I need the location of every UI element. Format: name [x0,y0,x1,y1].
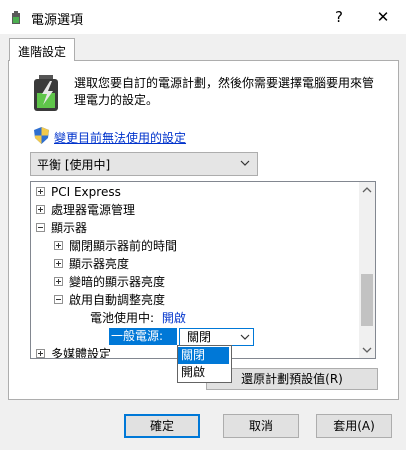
expand-icon[interactable] [54,259,63,268]
tree-item-label: 顯示器亮度 [69,257,130,271]
collapse-icon[interactable] [54,295,63,304]
cancel-button[interactable]: 取消 [223,414,299,438]
chevron-down-icon [240,334,250,340]
help-button[interactable]: ? [327,5,351,29]
settings-tree[interactable]: PCI Express 處理器電源管理 顯示器 關閉顯示器前的時間 顯示器亮度 … [30,181,376,359]
tree-item-on-battery[interactable]: 電池使用中: 開啟 [90,309,186,327]
tree-scrollbar[interactable] [359,182,375,358]
tree-item-label: 變暗的顯示器亮度 [69,275,166,289]
power-options-icon [12,11,20,24]
tree-item-label: 多媒體設定 [51,347,112,359]
uac-shield-icon [34,127,49,144]
close-button[interactable]: ✕ [371,5,395,29]
plugged-in-label: 一般電源: [109,328,177,345]
tab-label: 進階設定 [17,45,66,59]
plugged-in-select[interactable]: 關閉 [179,328,254,346]
change-unavailable-settings-link[interactable]: 變更目前無法使用的設定 [54,129,186,146]
tree-item-label: 關閉顯示器前的時間 [69,239,178,253]
description-text: 選取您要自訂的電源計劃，然後你需要選擇電腦要用來管理電力的設定。 [74,76,375,107]
on-battery-label: 電池使用中: [90,311,155,325]
scroll-down-icon[interactable] [359,342,375,358]
tab-advanced-settings[interactable]: 進階設定 [9,38,75,61]
plugged-in-dropdown-list: 關閉 開啟 [177,345,232,383]
dropdown-option-on[interactable]: 開啟 [178,364,229,381]
apply-button[interactable]: 套用(A) [316,414,392,438]
window-title: 電源選項 [31,13,84,28]
scrollbar-thumb[interactable] [361,274,373,326]
expand-icon[interactable] [36,187,45,196]
power-plan-select-value: 平衡 [使用中] [37,158,111,172]
collapse-icon[interactable] [36,223,45,232]
on-battery-value[interactable]: 開啟 [162,311,186,325]
power-plan-select[interactable]: 平衡 [使用中] [30,152,258,176]
plugged-in-select-value: 關閉 [187,330,212,344]
dropdown-option-off[interactable]: 關閉 [178,347,229,364]
tree-item-label: 啟用自動調整亮度 [69,293,166,307]
scroll-up-icon[interactable] [359,182,375,198]
expand-icon[interactable] [36,349,45,358]
battery-icon [34,75,58,111]
expand-icon[interactable] [54,277,63,286]
tree-item-label: 顯示器 [51,221,88,235]
tree-item-label: PCI Express [51,185,121,199]
expand-icon[interactable] [54,241,63,250]
title-bar: 電源選項 ? ✕ [0,0,406,34]
tree-item-label: 處理器電源管理 [51,203,136,217]
ok-button[interactable]: 確定 [124,414,200,438]
chevron-down-icon [240,160,250,166]
expand-icon[interactable] [36,205,45,214]
